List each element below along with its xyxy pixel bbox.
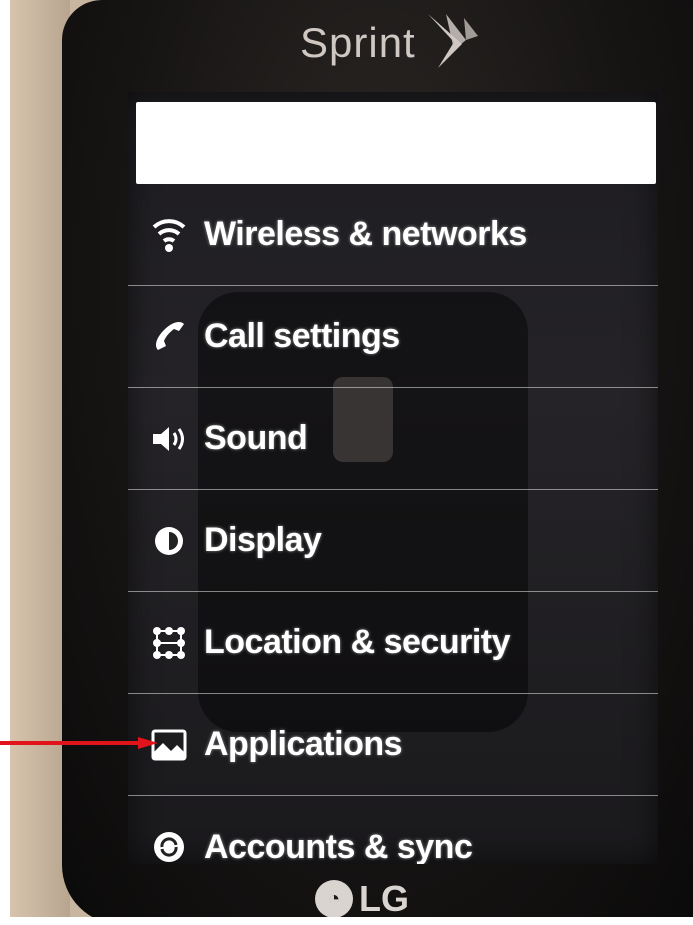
phone-screen: Wireless & networks Call settings Sound [128,92,658,864]
settings-item-display[interactable]: Display [128,490,658,592]
settings-item-label: Display [204,521,322,559]
settings-item-label: Wireless & networks [204,215,527,253]
status-bar [136,102,656,184]
manufacturer-logo: ◔ LG [315,878,409,920]
location-grid-icon [150,624,188,662]
sync-icon [150,828,188,864]
settings-item-call-settings[interactable]: Call settings [128,286,658,388]
sprint-wing-icon [427,14,478,68]
settings-item-location-security[interactable]: Location & security [128,592,658,694]
settings-item-label: Applications [204,725,403,763]
carrier-name: Sprint [300,19,416,66]
settings-item-sound[interactable]: Sound [128,388,658,490]
lg-face-icon: ◔ [315,880,353,918]
settings-item-label: Call settings [204,317,400,355]
settings-item-wireless-networks[interactable]: Wireless & networks [128,184,658,286]
phone-icon [150,318,188,356]
settings-item-label: Sound [204,419,308,457]
photo-bottom-border [0,917,693,925]
settings-menu: Wireless & networks Call settings Sound [128,184,658,864]
settings-item-accounts-sync[interactable]: Accounts & sync [128,796,658,864]
carrier-logo: Sprint [300,14,482,68]
annotation-arrow-icon [0,737,158,749]
manufacturer-name: LG [359,878,409,919]
brightness-icon [150,522,188,560]
settings-item-label: Accounts & sync [204,827,473,865]
background-wall [10,0,70,925]
settings-item-label: Location & security [204,623,511,661]
settings-item-applications[interactable]: Applications [128,694,658,796]
photo-left-border [0,0,10,925]
speaker-icon [150,420,188,458]
wifi-icon [150,216,188,254]
